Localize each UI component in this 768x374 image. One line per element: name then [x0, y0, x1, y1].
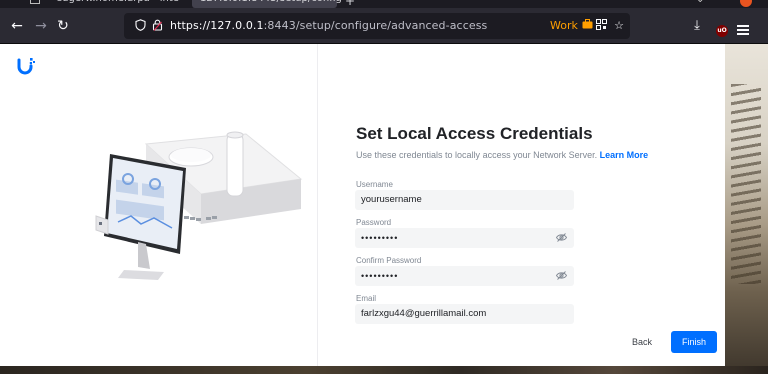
tab-list-icon[interactable]: ⌄	[696, 0, 704, 5]
email-field[interactable]: farlzxgu44@guerrillamail.com	[355, 304, 574, 324]
page-title: Set Local Access Credentials	[356, 124, 593, 143]
lock-icon[interactable]	[151, 19, 163, 33]
back-icon[interactable]: ←	[8, 17, 26, 35]
star-icon[interactable]: ☆	[612, 19, 626, 33]
ubiquiti-logo-icon	[17, 58, 35, 75]
qr-icon[interactable]	[594, 19, 608, 33]
subtitle-text: Use these credentials to locally access …	[356, 150, 598, 160]
shield-icon[interactable]	[134, 19, 146, 33]
email-value: farlzxgu44@guerrillamail.com	[361, 308, 487, 319]
confirm-password-label: Confirm Password	[356, 256, 422, 265]
tab-strip: edgerw.home.arpa - inte 127.0.0.1:8443/s…	[0, 0, 768, 8]
ublock-icon[interactable]: uO	[716, 25, 728, 37]
username-value: yourusername	[361, 194, 422, 205]
download-icon[interactable]: ⤓	[688, 17, 706, 35]
url-bar[interactable]: https://127.0.0.1:8443/setup/configure/a…	[124, 13, 630, 39]
confirm-password-value: •••••••••	[361, 271, 399, 281]
password-field[interactable]: •••••••••	[355, 228, 574, 248]
window-icon[interactable]	[30, 0, 40, 4]
hide-password-icon[interactable]	[556, 233, 567, 242]
url-text[interactable]: https://127.0.0.1:8443/setup/configure/a…	[170, 19, 487, 33]
password-label: Password	[356, 218, 392, 227]
learn-more-link[interactable]: Learn More	[600, 150, 649, 160]
credentials-form: Set Local Access Credentials Use these c…	[319, 44, 725, 366]
email-label: Email	[356, 294, 377, 303]
briefcase-icon[interactable]	[580, 19, 594, 33]
url-host: https://127.0.0.1	[170, 19, 264, 32]
tab-setup[interactable]: 127.0.0.1:8443/setup/config	[192, 0, 342, 8]
password-value: •••••••••	[361, 233, 399, 243]
confirm-password-field[interactable]: •••••••••	[355, 266, 574, 286]
username-field[interactable]: yourusername	[355, 190, 574, 210]
url-path: :8443/setup/configure/advanced-access	[263, 19, 488, 32]
window-close-icon[interactable]	[740, 0, 752, 7]
tab-edgerw[interactable]: edgerw.home.arpa - inte	[56, 0, 186, 8]
hide-confirm-password-icon[interactable]	[556, 271, 567, 280]
reload-icon[interactable]: ↻	[54, 17, 72, 35]
desktop-wallpaper-bottom	[0, 366, 768, 374]
username-label: Username	[356, 180, 393, 189]
illustration-panel	[0, 44, 318, 366]
page-subtitle: Use these credentials to locally access …	[356, 150, 648, 160]
forward-icon[interactable]: →	[32, 17, 50, 35]
navigation-bar: ← → ↻ https://127.0.0.1:8443/setup/confi…	[0, 8, 768, 44]
container-label[interactable]: Work	[550, 19, 578, 33]
desktop-wallpaper	[725, 44, 768, 374]
finish-button[interactable]: Finish	[671, 331, 717, 353]
back-button[interactable]: Back	[623, 331, 661, 353]
menu-icon[interactable]	[737, 25, 749, 35]
new-tab-icon[interactable]: +	[345, 0, 355, 8]
network-server-illustration	[95, 131, 303, 280]
